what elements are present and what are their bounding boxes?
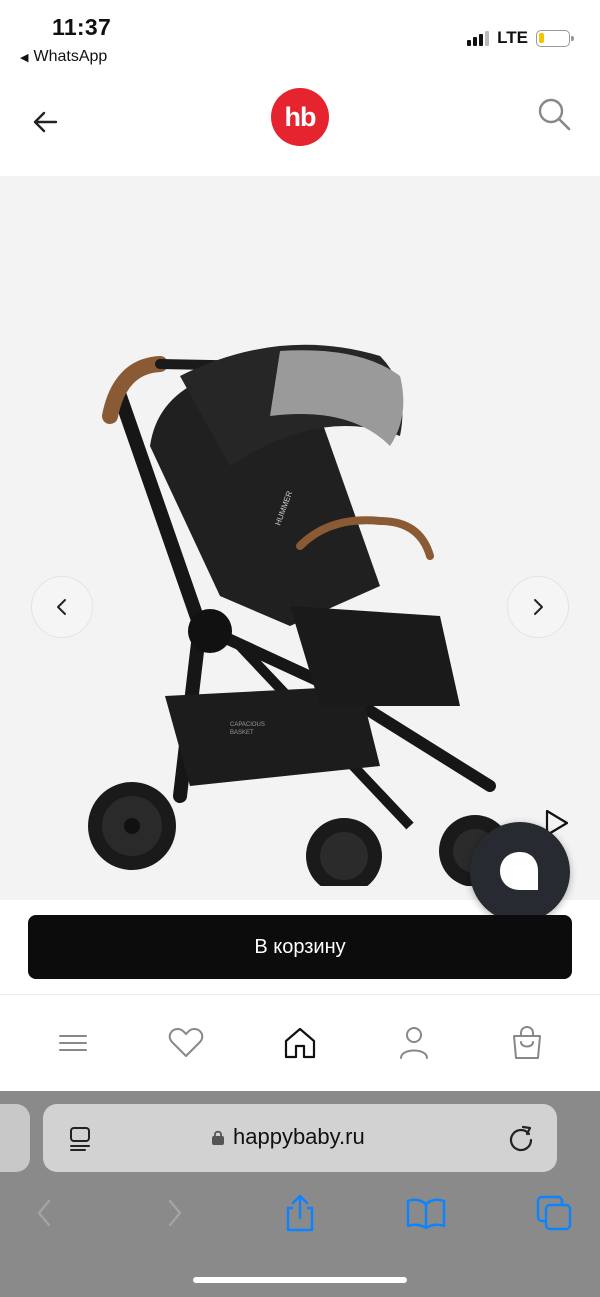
previous-tab-preview[interactable] [0, 1104, 30, 1172]
logo-text: hb [284, 101, 317, 132]
nav-favorites[interactable] [156, 1013, 216, 1073]
reader-icon[interactable] [69, 1126, 95, 1152]
stroller-image: CAPACIOUS BASKET HUMMER [88, 344, 511, 886]
home-icon [284, 1027, 316, 1059]
nav-cart[interactable] [497, 1013, 557, 1073]
basket-label-1: CAPACIOUS [230, 722, 265, 728]
nav-home[interactable] [270, 1013, 330, 1073]
home-indicator[interactable] [193, 1277, 407, 1283]
book-icon [406, 1198, 446, 1230]
tabs-button[interactable] [534, 1191, 574, 1235]
lock-icon [212, 1130, 224, 1145]
search-icon[interactable] [536, 96, 572, 132]
reload-icon[interactable] [507, 1124, 535, 1152]
profile-icon [399, 1027, 428, 1059]
chevron-left-icon [57, 599, 66, 615]
gallery-prev-button[interactable] [31, 576, 93, 638]
bag-icon [513, 1026, 542, 1059]
clock: 11:37 [52, 14, 112, 40]
status-bar: 11:37 ◀ WhatsApp LTE [0, 0, 600, 80]
url-text: happybaby.ru [233, 1124, 365, 1149]
nav-menu[interactable] [43, 1013, 103, 1073]
signal-icon [467, 30, 490, 46]
add-to-cart-button[interactable]: В корзину [28, 915, 572, 979]
chevron-right-icon [534, 599, 543, 615]
back-triangle-icon: ◀ [20, 51, 29, 64]
browser-toolbar: happybaby.ru [0, 1091, 600, 1297]
app-header: hb [0, 82, 600, 176]
browser-controls [0, 1191, 600, 1235]
address-bar[interactable]: happybaby.ru [43, 1104, 557, 1172]
bookmarks-button[interactable] [406, 1191, 446, 1235]
browser-back-button[interactable] [24, 1191, 64, 1235]
battery-icon [536, 29, 574, 47]
bottom-nav [0, 995, 600, 1091]
gallery-next-button[interactable] [507, 576, 569, 638]
heart-icon [169, 1028, 204, 1057]
network-type: LTE [497, 28, 528, 47]
chat-icon [500, 852, 538, 890]
product-gallery[interactable]: CAPACIOUS BASKET HUMMER [0, 176, 600, 900]
back-app-label: WhatsApp [33, 48, 108, 65]
tabs-icon [536, 1195, 572, 1231]
browser-forward-button[interactable] [155, 1191, 195, 1235]
back-to-app-link[interactable]: ◀ WhatsApp [20, 48, 107, 66]
chevron-right-icon [168, 1199, 182, 1227]
share-button[interactable] [280, 1191, 320, 1235]
basket-label-2: BASKET [230, 730, 254, 736]
chat-button[interactable] [470, 822, 570, 922]
menu-icon [58, 1035, 87, 1051]
arrow-left-icon[interactable] [30, 106, 62, 138]
chevron-left-icon [37, 1199, 51, 1227]
logo[interactable]: hb [271, 88, 329, 146]
url-display: happybaby.ru [211, 1124, 365, 1150]
system-indicators: LTE [467, 28, 574, 48]
nav-profile[interactable] [384, 1013, 444, 1073]
share-icon [286, 1194, 314, 1232]
